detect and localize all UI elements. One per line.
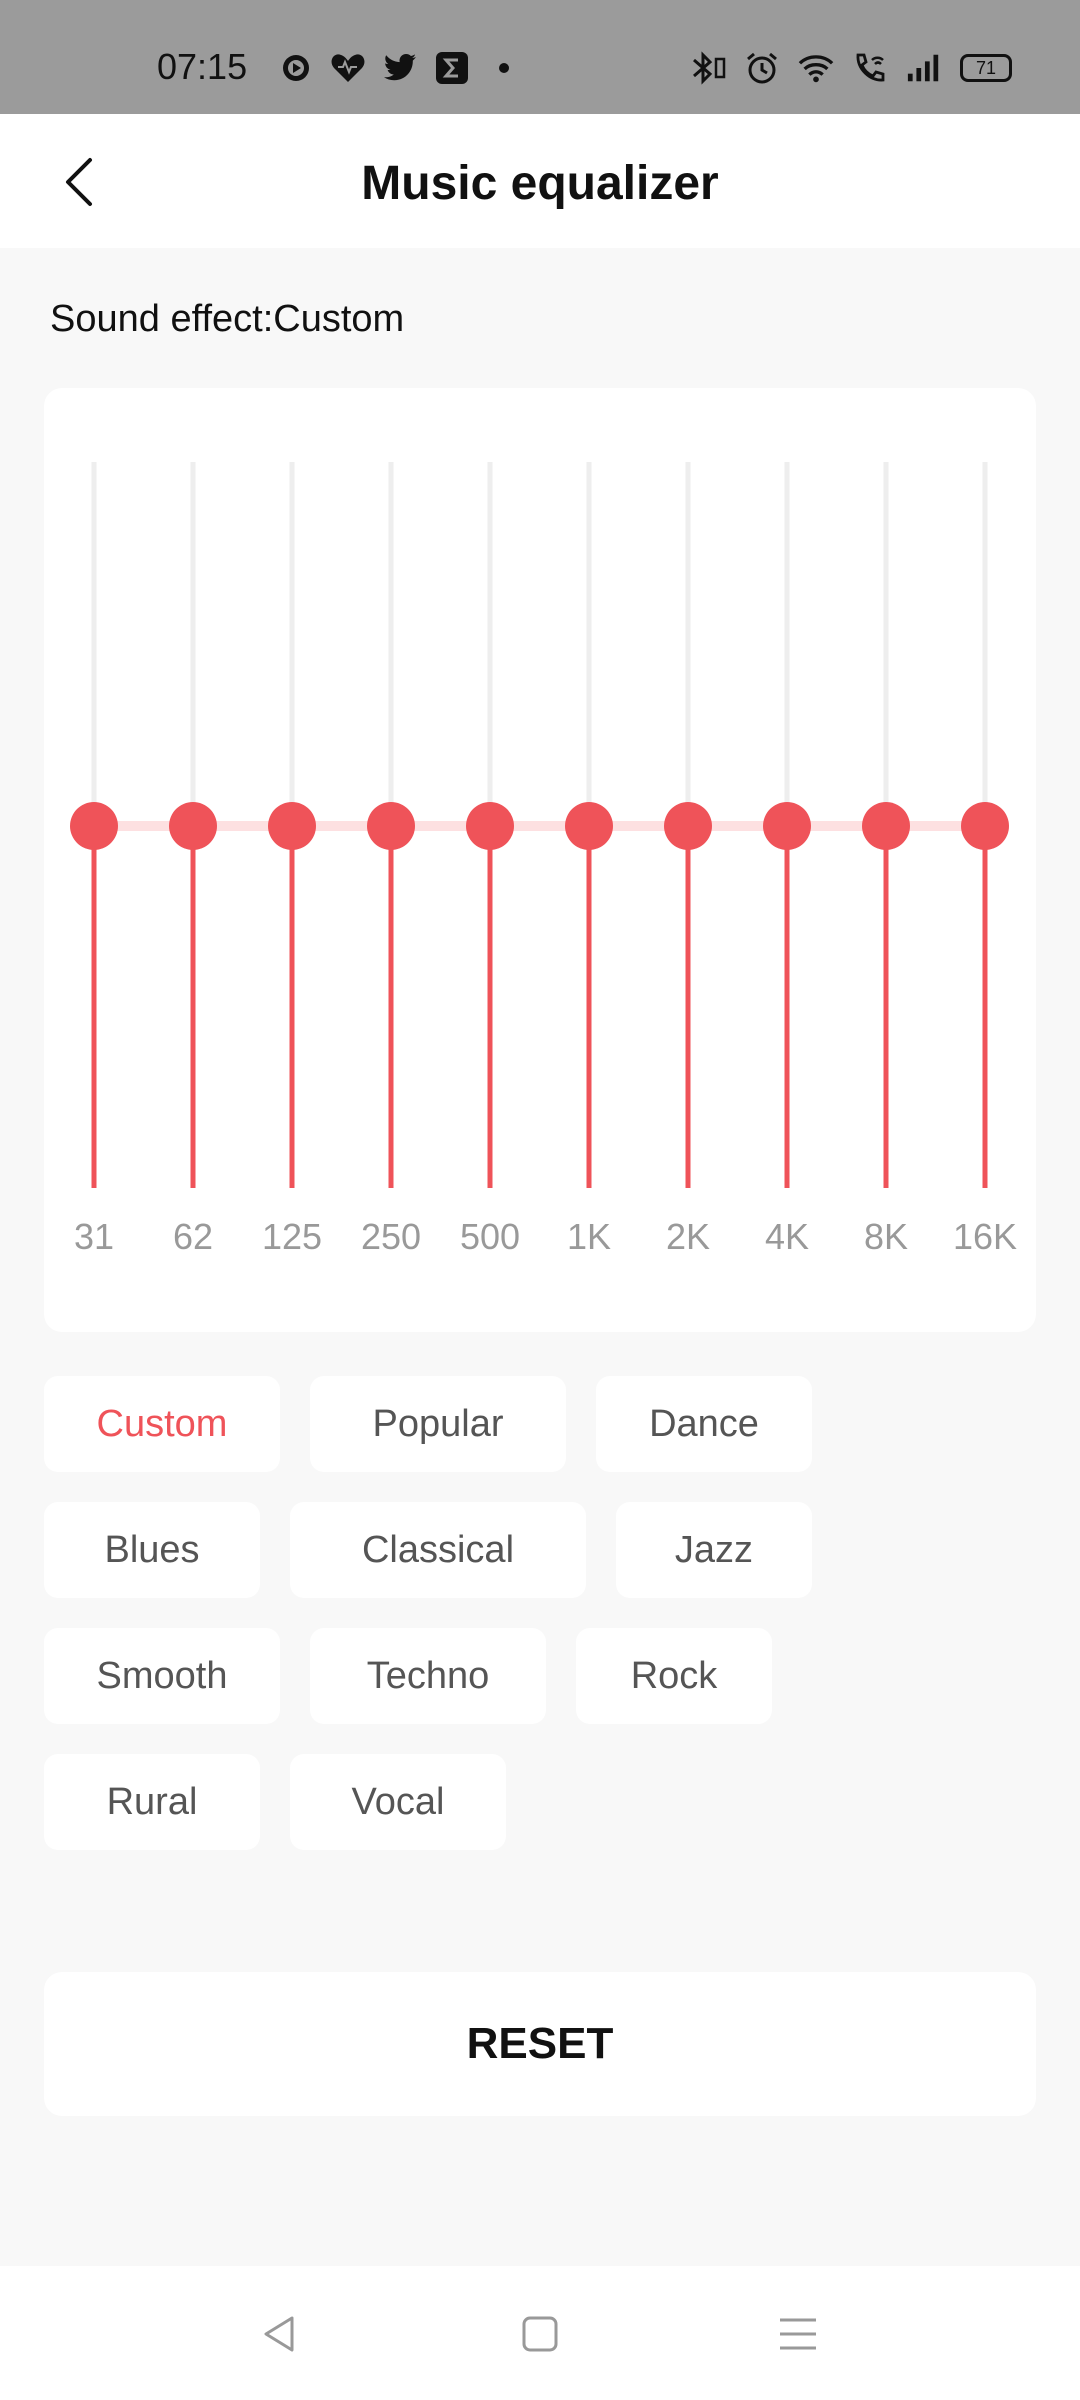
eq-slider-knob-16K[interactable]: [961, 802, 1009, 850]
preset-smooth[interactable]: Smooth: [44, 1628, 280, 1724]
preset-blues[interactable]: Blues: [44, 1502, 260, 1598]
signal-icon: [906, 50, 942, 86]
sound-effect-label: Sound effect:Custom: [50, 298, 405, 340]
status-bar: 07:15 71: [0, 0, 1080, 114]
eq-slider-knob-4K[interactable]: [763, 802, 811, 850]
status-time: 07:15: [157, 46, 248, 87]
app-header: Music equalizer: [0, 114, 1080, 248]
status-right-icons: 71: [690, 50, 1012, 86]
eq-slider-knob-8K[interactable]: [862, 802, 910, 850]
preset-jazz[interactable]: Jazz: [616, 1502, 812, 1598]
battery-indicator: 71: [960, 54, 1012, 82]
eq-band-label: 500: [459, 1216, 521, 1257]
reset-button[interactable]: RESET: [44, 1972, 1036, 2116]
equalizer-sliders[interactable]: [44, 388, 1036, 1332]
wifi-icon: [798, 50, 834, 86]
eq-band-label: 2K: [665, 1216, 711, 1257]
eq-band-label: 8K: [863, 1216, 909, 1257]
eq-slider-knob-2K[interactable]: [664, 802, 712, 850]
navigation-bar: [0, 2266, 1080, 2400]
eq-band-label: 4K: [764, 1216, 810, 1257]
preset-rural[interactable]: Rural: [44, 1754, 260, 1850]
wifi-call-icon: [852, 50, 888, 86]
media-play-icon: [278, 50, 314, 86]
eq-band-label: 250: [360, 1216, 422, 1257]
eq-band-label: 31: [73, 1216, 115, 1257]
preset-techno[interactable]: Techno: [310, 1628, 546, 1724]
equalizer-card: 31 62 125 250 500 1K 2K 4K 8K 16K: [44, 388, 1036, 1332]
alarm-icon: [744, 50, 780, 86]
eq-slider-knob-1K[interactable]: [565, 802, 613, 850]
eq-band-label: 125: [261, 1216, 323, 1257]
eq-slider-knob-500[interactable]: [466, 802, 514, 850]
preset-classical[interactable]: Classical: [290, 1502, 586, 1598]
eq-slider-knob-62[interactable]: [169, 802, 217, 850]
preset-custom[interactable]: Custom: [44, 1376, 280, 1472]
eq-band-label: 62: [172, 1216, 214, 1257]
back-icon: [264, 2316, 294, 2352]
twitter-icon: [382, 50, 418, 86]
preset-dance[interactable]: Dance: [596, 1376, 812, 1472]
nav-back-button[interactable]: [250, 2304, 310, 2364]
heart-icon: [330, 50, 366, 86]
status-left-icons: [278, 50, 522, 86]
eq-band-label: 16K: [952, 1216, 1018, 1257]
preset-rock[interactable]: Rock: [576, 1628, 772, 1724]
preset-vocal[interactable]: Vocal: [290, 1754, 506, 1850]
home-icon: [522, 2316, 558, 2352]
eq-band-label: 1K: [566, 1216, 612, 1257]
bluetooth-icon: [690, 50, 726, 86]
sigma-app-icon: [434, 50, 470, 86]
eq-slider-knob-125[interactable]: [268, 802, 316, 850]
eq-slider-knob-31[interactable]: [70, 802, 118, 850]
page-title: Music equalizer: [361, 157, 719, 210]
eq-slider-knob-250[interactable]: [367, 802, 415, 850]
battery-level: 71: [975, 57, 997, 78]
preset-popular[interactable]: Popular: [310, 1376, 566, 1472]
nav-home-button[interactable]: [510, 2304, 570, 2364]
nav-menu-button[interactable]: [768, 2304, 828, 2364]
dot-icon: [486, 50, 522, 86]
menu-icon: [780, 2318, 816, 2350]
